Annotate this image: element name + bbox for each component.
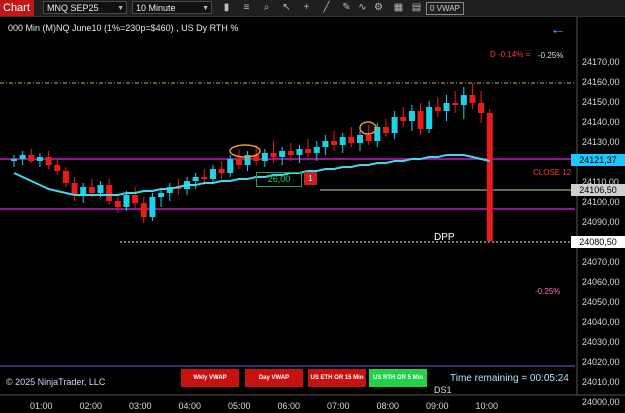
price-chart[interactable]	[0, 0, 625, 413]
candle-body	[45, 157, 52, 165]
price-tick-label: 24040,00	[582, 317, 620, 327]
copyright: © 2025 NinjaTrader, LLC	[6, 377, 106, 387]
ds-label: DS1	[434, 385, 452, 395]
price-tick-label: 24050,00	[582, 297, 620, 307]
candle-body	[478, 103, 485, 113]
time-tick-label: 03:00	[129, 401, 152, 411]
time-tick-label: 07:00	[327, 401, 350, 411]
candle-body	[227, 159, 234, 173]
time-tick-label: 08:00	[376, 401, 400, 411]
candle-body	[97, 185, 104, 193]
position-value[interactable]: 26,00	[256, 172, 302, 187]
candle-body	[62, 171, 69, 183]
candle-body	[192, 177, 199, 181]
candle-body	[71, 183, 78, 195]
position-qty[interactable]: 1	[304, 172, 317, 185]
candle-body	[270, 153, 277, 157]
candle-body	[19, 155, 26, 159]
price-flag: 24080,50	[571, 236, 625, 248]
candle-body	[348, 137, 355, 143]
candle-body	[313, 147, 320, 153]
candle-body	[322, 141, 329, 147]
candle-body	[209, 169, 216, 179]
price-flag: 24121,37	[571, 154, 625, 167]
time-tick-label: 10:00	[475, 401, 499, 411]
candle-body	[408, 111, 415, 121]
candle-body	[331, 141, 338, 145]
candle-body	[88, 187, 95, 193]
candle-body	[132, 195, 139, 203]
candle-body	[452, 103, 459, 105]
candle-body	[305, 149, 312, 153]
price-tick-label: 24000,00	[582, 397, 620, 407]
candle-body	[158, 193, 165, 197]
legend-button[interactable]: Wkly VWAP	[181, 369, 239, 387]
price-tick-label: 24010,00	[582, 377, 620, 387]
candle-body	[357, 135, 363, 143]
time-tick-label: 05:00	[228, 401, 251, 411]
legend-button[interactable]: US RTH OR 5 Min	[369, 369, 427, 387]
candle-body	[443, 103, 450, 111]
candle-body	[28, 155, 35, 161]
candle-body	[11, 159, 17, 161]
candle-body	[287, 151, 294, 155]
close-level-label: CLOSE 12	[533, 168, 572, 177]
time-tick-label: 02:00	[79, 401, 103, 411]
candle-body	[36, 157, 43, 161]
candle-body	[114, 201, 121, 207]
price-flag: 24106,50	[571, 184, 625, 196]
price-tick-label: 24170,00	[582, 57, 620, 67]
candle-body	[123, 195, 130, 207]
price-tick-label: 24030,00	[582, 337, 620, 347]
legend-button[interactable]: Day VWAP	[245, 369, 303, 387]
time-remaining: Time remaining = 00:05:24	[450, 373, 569, 384]
candle-body	[261, 153, 268, 161]
dpp-label: DPP	[434, 232, 455, 243]
price-tick-label: 24130,00	[582, 137, 620, 147]
candle-body	[391, 117, 398, 133]
price-tick-label: 24060,00	[582, 277, 620, 287]
candle-body	[339, 137, 346, 145]
candle-body	[149, 197, 156, 217]
price-tick-label: 24140,00	[582, 117, 620, 127]
price-tick-label: 24090,00	[582, 217, 620, 227]
candle-body	[417, 111, 424, 129]
price-tick-label: 24020,00	[582, 357, 620, 367]
time-tick-label: 06:00	[277, 401, 301, 411]
candle-body	[400, 117, 407, 121]
candle-body	[460, 95, 467, 105]
price-tick-label: 24100,00	[582, 197, 620, 207]
candlestick-series	[11, 83, 493, 243]
candle-body	[469, 95, 476, 103]
candle-body	[218, 169, 225, 173]
time-tick-label: 09:00	[426, 401, 449, 411]
candle-body	[140, 203, 147, 217]
candle-body	[235, 159, 242, 165]
candle-body	[426, 107, 433, 129]
time-tick-label: 04:00	[178, 401, 202, 411]
candle-body	[296, 149, 303, 155]
candle-body	[486, 113, 493, 241]
highlight-ellipse	[359, 121, 377, 135]
legend-button[interactable]: US ETH OR 15 Min	[308, 369, 366, 387]
price-tick-label: 24070,00	[582, 257, 620, 267]
price-tick-label: 24160,00	[582, 77, 620, 87]
time-tick-label: 01:00	[30, 401, 53, 411]
candle-body	[434, 107, 441, 111]
price-tick-label: 24150,00	[582, 97, 620, 107]
candle-body	[106, 185, 113, 201]
candle-body	[279, 151, 286, 157]
candle-body	[54, 165, 61, 171]
candle-body	[365, 135, 372, 141]
candle-body	[80, 187, 87, 195]
candle-body	[201, 177, 208, 179]
candle-body	[382, 127, 389, 133]
